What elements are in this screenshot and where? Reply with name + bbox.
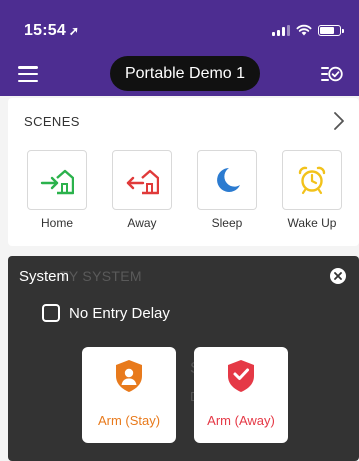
scene-label-wake-up: Wake Up bbox=[287, 216, 337, 230]
location-arrow-icon: ➚ bbox=[68, 24, 80, 38]
no-entry-delay-label: No Entry Delay bbox=[69, 304, 170, 322]
scene-sleep[interactable]: Sleep bbox=[197, 150, 257, 230]
task-list-check-icon[interactable] bbox=[321, 64, 343, 84]
scene-home[interactable]: Home bbox=[27, 150, 87, 230]
arm-stay-label: Arm (Stay) bbox=[97, 413, 161, 428]
close-button[interactable] bbox=[330, 268, 346, 284]
system-title: System bbox=[19, 268, 70, 285]
status-icons bbox=[272, 24, 344, 36]
shield-check-icon bbox=[228, 360, 254, 392]
status-time-text: 15:54 bbox=[24, 22, 66, 39]
arm-away-button[interactable]: Arm (Away) bbox=[194, 347, 288, 443]
arm-away-label: Arm (Away) bbox=[207, 413, 275, 428]
close-icon bbox=[334, 272, 342, 280]
system-panel: TY SYSTEM System No Entry Delay S D Arm … bbox=[8, 256, 359, 461]
location-title-selector[interactable]: Portable Demo 1 bbox=[110, 56, 260, 91]
no-entry-delay-checkbox[interactable] bbox=[42, 304, 60, 322]
scene-tile-sleep[interactable] bbox=[197, 150, 257, 210]
scenes-card: SCENES Home Away Sleep Wake Up bbox=[8, 98, 359, 246]
alarm-clock-icon bbox=[298, 166, 326, 195]
moon-icon bbox=[217, 168, 240, 192]
scene-tile-away[interactable] bbox=[112, 150, 172, 210]
scene-tile-wake-up[interactable] bbox=[282, 150, 342, 210]
shield-person-icon bbox=[116, 360, 142, 392]
scene-label-sleep: Sleep bbox=[211, 216, 243, 230]
home-arrow-in-icon bbox=[40, 169, 74, 195]
scene-label-away: Away bbox=[127, 216, 157, 230]
scene-away[interactable]: Away bbox=[112, 150, 172, 230]
app-header: 15:54 ➚ Portable Demo 1 bbox=[0, 0, 359, 96]
cellular-signal-icon bbox=[272, 24, 290, 36]
status-time: 15:54 ➚ bbox=[24, 22, 79, 40]
chevron-right-icon[interactable] bbox=[333, 111, 345, 131]
wifi-icon bbox=[296, 24, 312, 36]
scene-label-home: Home bbox=[40, 216, 73, 230]
scene-wake-up[interactable]: Wake Up bbox=[282, 150, 342, 230]
hamburger-menu-icon[interactable] bbox=[18, 66, 38, 82]
no-entry-delay-option[interactable]: No Entry Delay bbox=[42, 304, 170, 322]
background-security-system-title: TY SYSTEM bbox=[60, 268, 142, 284]
scenes-heading: SCENES bbox=[24, 114, 80, 129]
scene-tile-home[interactable] bbox=[27, 150, 87, 210]
arm-stay-button[interactable]: Arm (Stay) bbox=[82, 347, 176, 443]
battery-icon bbox=[318, 24, 344, 36]
home-arrow-out-icon bbox=[126, 169, 159, 195]
